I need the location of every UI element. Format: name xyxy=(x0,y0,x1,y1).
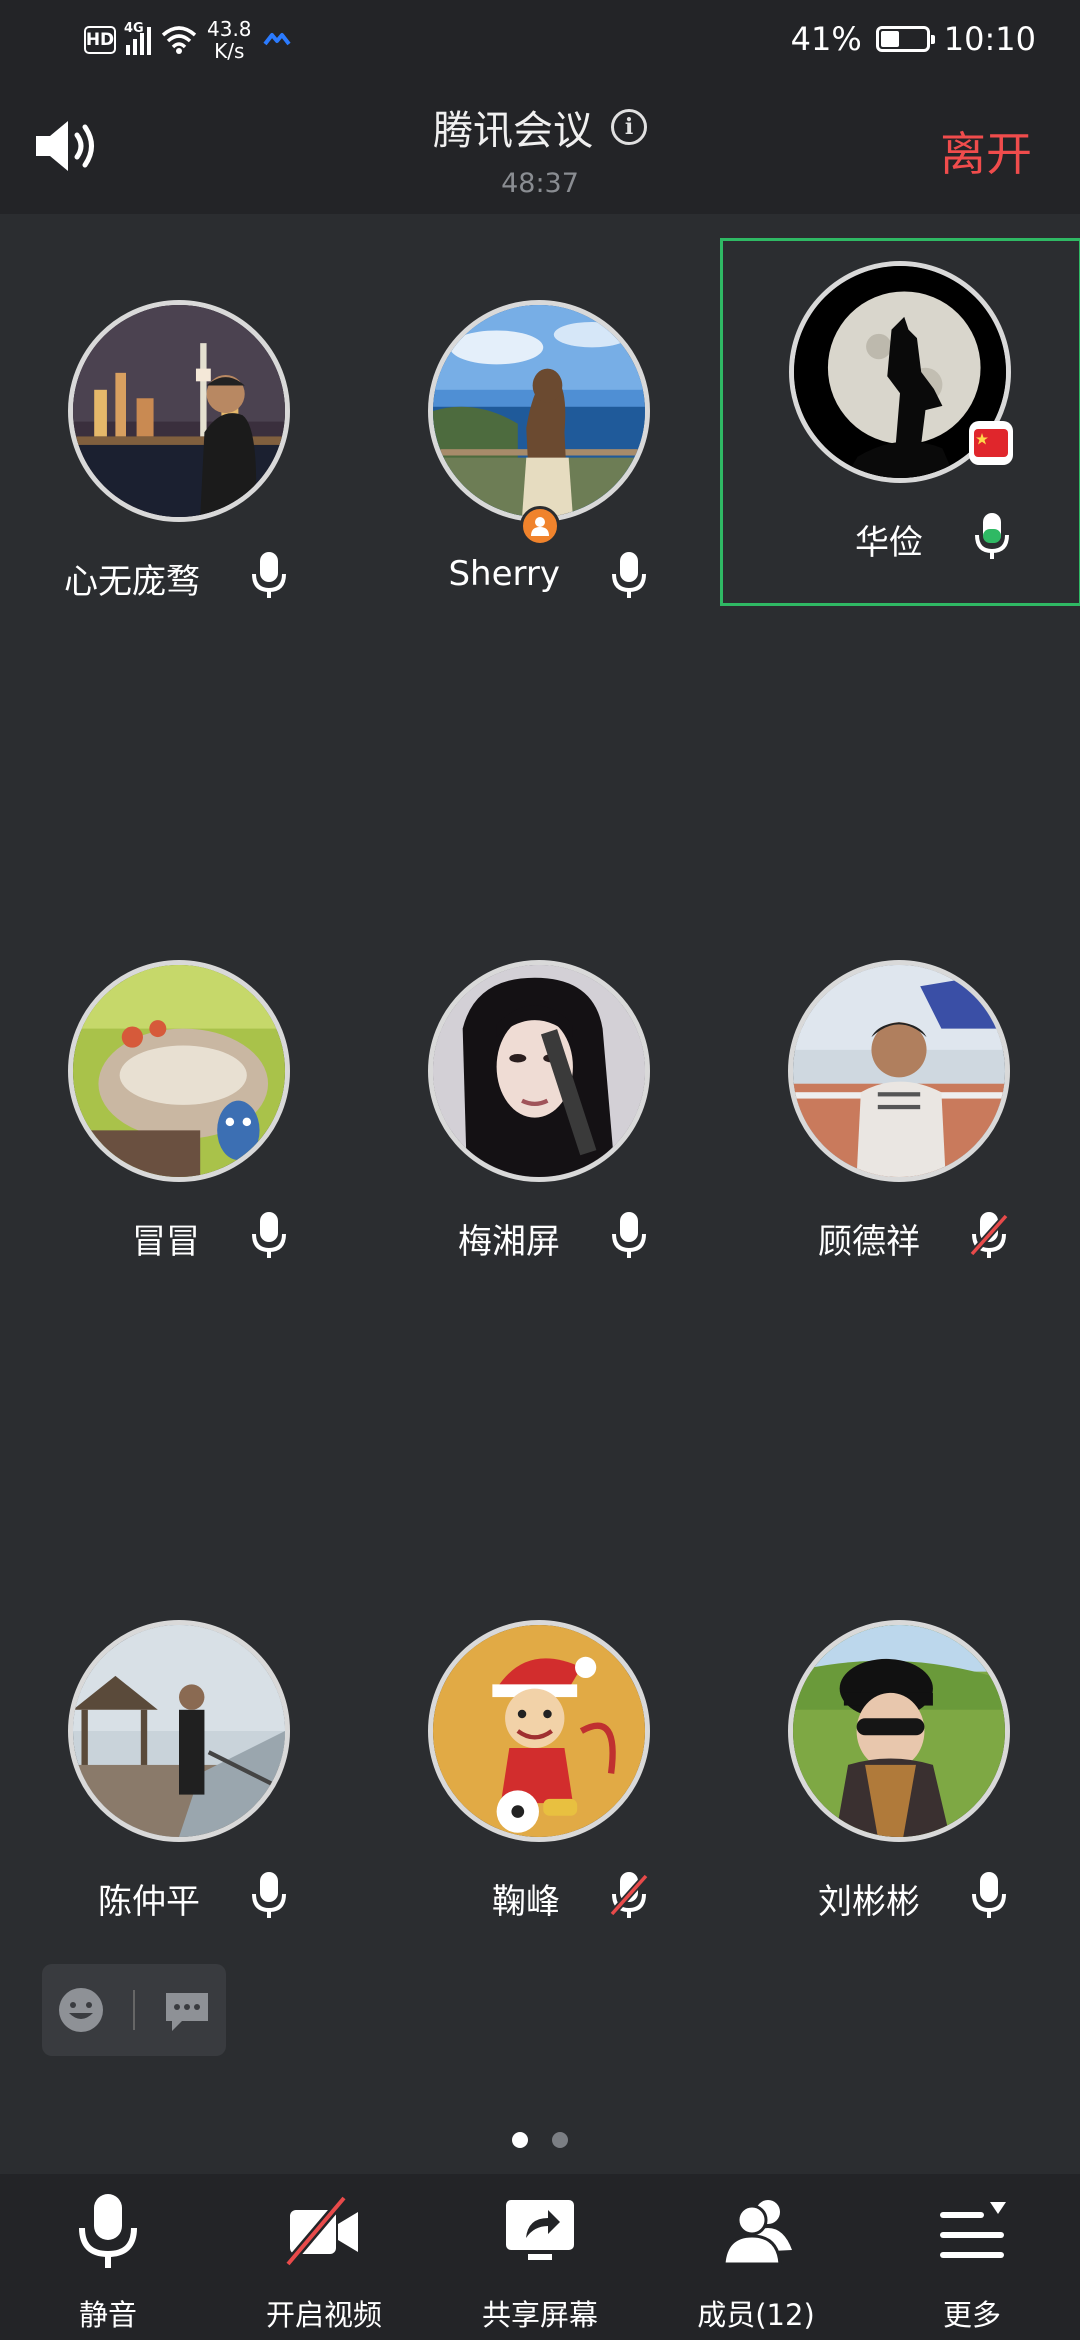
members-label: 成员(12) xyxy=(697,2298,815,2332)
hd-badge: HD xyxy=(84,26,116,54)
title-text: 腾讯会议 xyxy=(433,108,593,154)
tile-footer: 鞠峰 xyxy=(360,1870,720,1926)
network-type: 4G xyxy=(124,21,144,36)
participant-tile[interactable]: 心无庞骛 xyxy=(0,264,360,624)
info-icon[interactable]: i xyxy=(611,109,647,145)
video-off-icon xyxy=(284,2195,358,2267)
signal-icon: 4G xyxy=(124,21,151,55)
mic-icon xyxy=(612,552,646,598)
page-dot[interactable] xyxy=(552,2132,568,2148)
mute-label: 静音 xyxy=(78,2298,137,2332)
mic-muted-icon xyxy=(609,1872,649,1918)
mic-icon xyxy=(252,552,286,598)
page-dot-active[interactable] xyxy=(512,2132,528,2148)
person-icon xyxy=(531,517,549,536)
status-bar: HD 4G 43.8 K/s 41% 10:10 xyxy=(0,0,1080,80)
participant-tile[interactable]: 鞠峰 xyxy=(360,1584,720,1944)
share-screen-icon xyxy=(506,2200,574,2260)
mic-speaking-icon xyxy=(975,513,1009,559)
meeting-title[interactable]: 腾讯会议 i xyxy=(433,98,647,156)
avatar xyxy=(788,960,1010,1182)
leave-button[interactable]: 离开 xyxy=(940,118,1032,184)
mute-button[interactable]: 静音 xyxy=(8,2174,208,2340)
meeting-timer: 48:37 xyxy=(501,168,579,199)
avatar xyxy=(68,300,290,522)
tile-footer: 心无庞骛 xyxy=(0,550,360,606)
reactions-panel xyxy=(42,1964,226,2056)
more-label: 更多 xyxy=(942,2298,1001,2332)
tile-footer: Sherry xyxy=(360,550,720,606)
avatar xyxy=(428,1620,650,1842)
participant-name: 顾德祥 xyxy=(818,1222,920,1262)
microphone-icon xyxy=(79,2194,137,2268)
members-icon xyxy=(722,2200,792,2266)
avatar xyxy=(428,300,650,522)
tile-footer: 顾德祥 xyxy=(720,1210,1080,1266)
mic-icon xyxy=(252,1212,286,1258)
participant-name: 华俭 xyxy=(855,523,923,563)
participant-tile[interactable]: 冒冒 xyxy=(0,924,360,1284)
mic-muted-icon xyxy=(969,1212,1009,1258)
meeting-header: 腾讯会议 i 48:37 离开 xyxy=(0,80,1080,214)
more-menu-icon xyxy=(940,2202,1006,2258)
participant-tile[interactable]: 梅湘屏 xyxy=(360,924,720,1284)
share-screen-button[interactable]: 共享屏幕 xyxy=(440,2174,640,2340)
participant-name: 刘彬彬 xyxy=(818,1882,920,1922)
emoji-icon[interactable] xyxy=(56,1985,106,2035)
host-badge xyxy=(520,506,560,546)
avatar xyxy=(788,1620,1010,1842)
clock: 10:10 xyxy=(943,20,1036,58)
tile-footer: 梅湘屏 xyxy=(360,1210,720,1266)
participant-name: 冒冒 xyxy=(132,1222,200,1262)
participant-tile[interactable]: 顾德祥 xyxy=(720,924,1080,1284)
avatar xyxy=(68,960,290,1182)
participant-name: Sherry xyxy=(448,554,560,594)
participant-name: 鞠峰 xyxy=(492,1882,560,1922)
tile-footer: 刘彬彬 xyxy=(720,1870,1080,1926)
tencent-meeting-status-icon xyxy=(262,33,291,46)
network-speed: 43.8 K/s xyxy=(207,18,252,62)
status-right: 41% 10:10 xyxy=(791,20,1036,58)
tile-footer: 华俭 xyxy=(723,511,1080,567)
battery-percent: 41% xyxy=(790,20,862,58)
mic-icon xyxy=(612,1212,646,1258)
participant-name: 心无庞骛 xyxy=(64,562,200,602)
members-button[interactable]: 成员(12) xyxy=(656,2174,856,2340)
battery-icon xyxy=(875,26,935,52)
participant-tile[interactable]: Sherry xyxy=(360,264,720,624)
page-indicator xyxy=(0,2132,1080,2148)
start-video-button[interactable]: 开启视频 xyxy=(224,2174,424,2340)
participant-tile[interactable]: 刘彬彬 xyxy=(720,1584,1080,1944)
participant-tile[interactable]: 陈仲平 xyxy=(0,1584,360,1944)
tile-footer: 陈仲平 xyxy=(0,1870,360,1926)
start-video-label: 开启视频 xyxy=(265,2298,382,2332)
participant-grid: 心无庞骛 Sherry 华俭 冒冒 梅湘屏 顾德祥 陈仲平 鞠峰 刘彬彬 xyxy=(0,214,1080,2174)
china-flag-icon xyxy=(974,429,1008,457)
more-button[interactable]: 更多 xyxy=(872,2174,1072,2340)
status-left: HD 4G 43.8 K/s xyxy=(84,18,292,62)
flag-badge xyxy=(969,421,1013,465)
participant-tile-active-speaker[interactable]: 华俭 xyxy=(720,238,1080,606)
avatar xyxy=(68,1620,290,1842)
participant-name: 梅湘屏 xyxy=(458,1222,560,1262)
bottom-toolbar: 静音 开启视频 共享屏幕 成员(12) 更多 xyxy=(0,2174,1080,2340)
chat-icon[interactable] xyxy=(162,1985,212,2035)
mic-icon xyxy=(252,1872,286,1918)
mic-icon xyxy=(972,1872,1006,1918)
share-screen-label: 共享屏幕 xyxy=(481,2298,598,2332)
wifi-icon xyxy=(161,26,197,54)
speed-unit: K/s xyxy=(214,39,245,63)
tile-footer: 冒冒 xyxy=(0,1210,360,1266)
participant-name: 陈仲平 xyxy=(98,1882,200,1922)
title-block: 腾讯会议 i 48:37 xyxy=(0,98,1080,199)
avatar xyxy=(428,960,650,1182)
speed-value: 43.8 xyxy=(207,17,252,41)
